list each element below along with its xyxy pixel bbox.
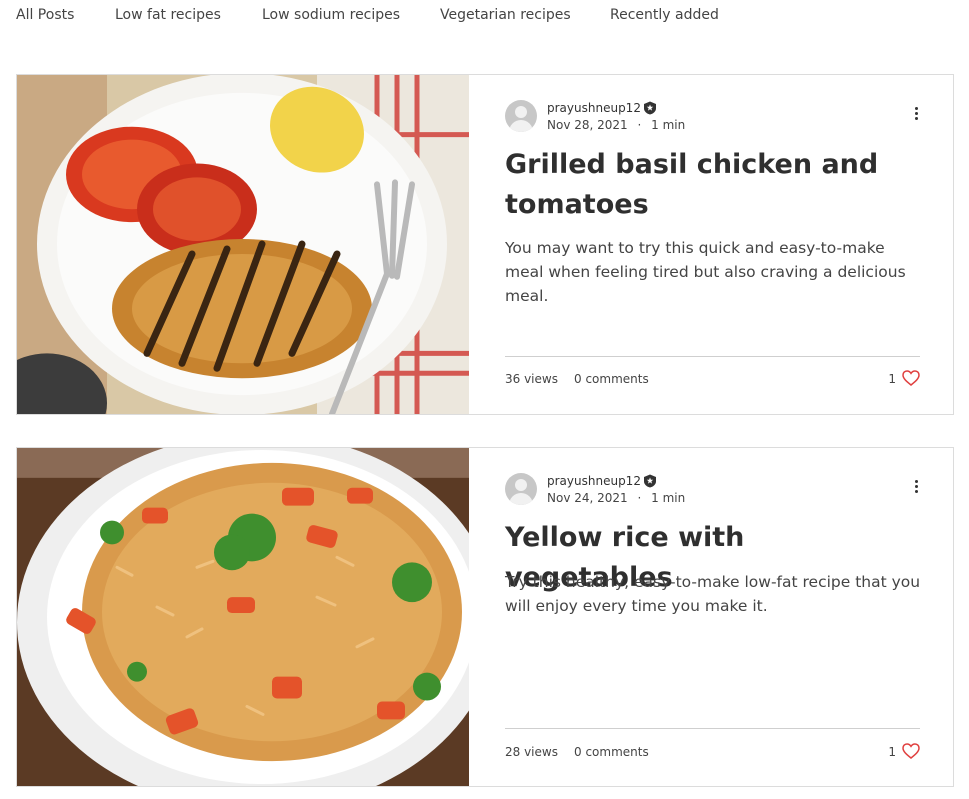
post-card[interactable]: prayushneup12 Nov 24, 2021 · 1 min Yello… (16, 447, 954, 787)
heart-icon[interactable] (902, 370, 920, 386)
post-meta: Nov 24, 2021 · 1 min (547, 491, 685, 505)
post-meta: Nov 28, 2021 · 1 min (547, 118, 685, 132)
yellow-rice-bowl-image (17, 448, 469, 786)
nav-recently-added[interactable]: Recently added (610, 7, 719, 23)
meta-separator: · (637, 118, 642, 132)
comment-count[interactable]: 0 comments (574, 745, 649, 759)
author-name[interactable]: prayushneup12 (547, 101, 641, 115)
post-excerpt[interactable]: You may want to try this quick and easy-… (505, 236, 925, 308)
default-avatar-icon[interactable] (505, 473, 537, 505)
grilled-chicken-plate-image (17, 75, 469, 414)
author-name[interactable]: prayushneup12 (547, 474, 641, 488)
post-cover-image[interactable] (17, 448, 469, 786)
admin-star-badge-icon (644, 101, 656, 115)
meta-separator: · (637, 491, 642, 505)
nav-low-fat-recipes[interactable]: Low fat recipes (115, 7, 221, 23)
view-count: 36 views (505, 372, 558, 386)
post-cover-image[interactable] (17, 75, 469, 414)
more-vertical-icon[interactable] (912, 478, 920, 496)
post-content: prayushneup12 Nov 24, 2021 · 1 min Yello… (505, 448, 920, 786)
post-title[interactable]: Grilled basil chicken and tomatoes (505, 145, 920, 225)
read-time: 1 min (651, 118, 686, 132)
more-vertical-icon[interactable] (912, 105, 920, 123)
heart-icon[interactable] (902, 743, 920, 759)
nav-all-posts[interactable]: All Posts (16, 7, 74, 23)
divider (505, 356, 920, 357)
post-stats: 28 views 0 comments 1 (505, 743, 920, 763)
nav-vegetarian-recipes[interactable]: Vegetarian recipes (440, 7, 571, 23)
post-stats: 36 views 0 comments 1 (505, 370, 920, 390)
author-row: prayushneup12 Nov 28, 2021 · 1 min (505, 99, 920, 133)
view-count: 28 views (505, 745, 558, 759)
divider (505, 728, 920, 729)
default-avatar-icon[interactable] (505, 100, 537, 132)
nav-low-sodium-recipes[interactable]: Low sodium recipes (262, 7, 400, 23)
like-count: 1 (888, 372, 896, 386)
like-count: 1 (888, 745, 896, 759)
post-content: prayushneup12 Nov 28, 2021 · 1 min Grill… (505, 75, 920, 414)
comment-count[interactable]: 0 comments (574, 372, 649, 386)
post-excerpt[interactable]: Try this healthy, easy-to-make low-fat r… (505, 570, 925, 618)
post-date: Nov 28, 2021 (547, 118, 628, 132)
category-nav: All Posts Low fat recipes Low sodium rec… (0, 0, 969, 32)
post-date: Nov 24, 2021 (547, 491, 628, 505)
author-row: prayushneup12 Nov 24, 2021 · 1 min (505, 472, 920, 506)
post-card[interactable]: prayushneup12 Nov 28, 2021 · 1 min Grill… (16, 74, 954, 415)
read-time: 1 min (651, 491, 686, 505)
admin-star-badge-icon (644, 474, 656, 488)
